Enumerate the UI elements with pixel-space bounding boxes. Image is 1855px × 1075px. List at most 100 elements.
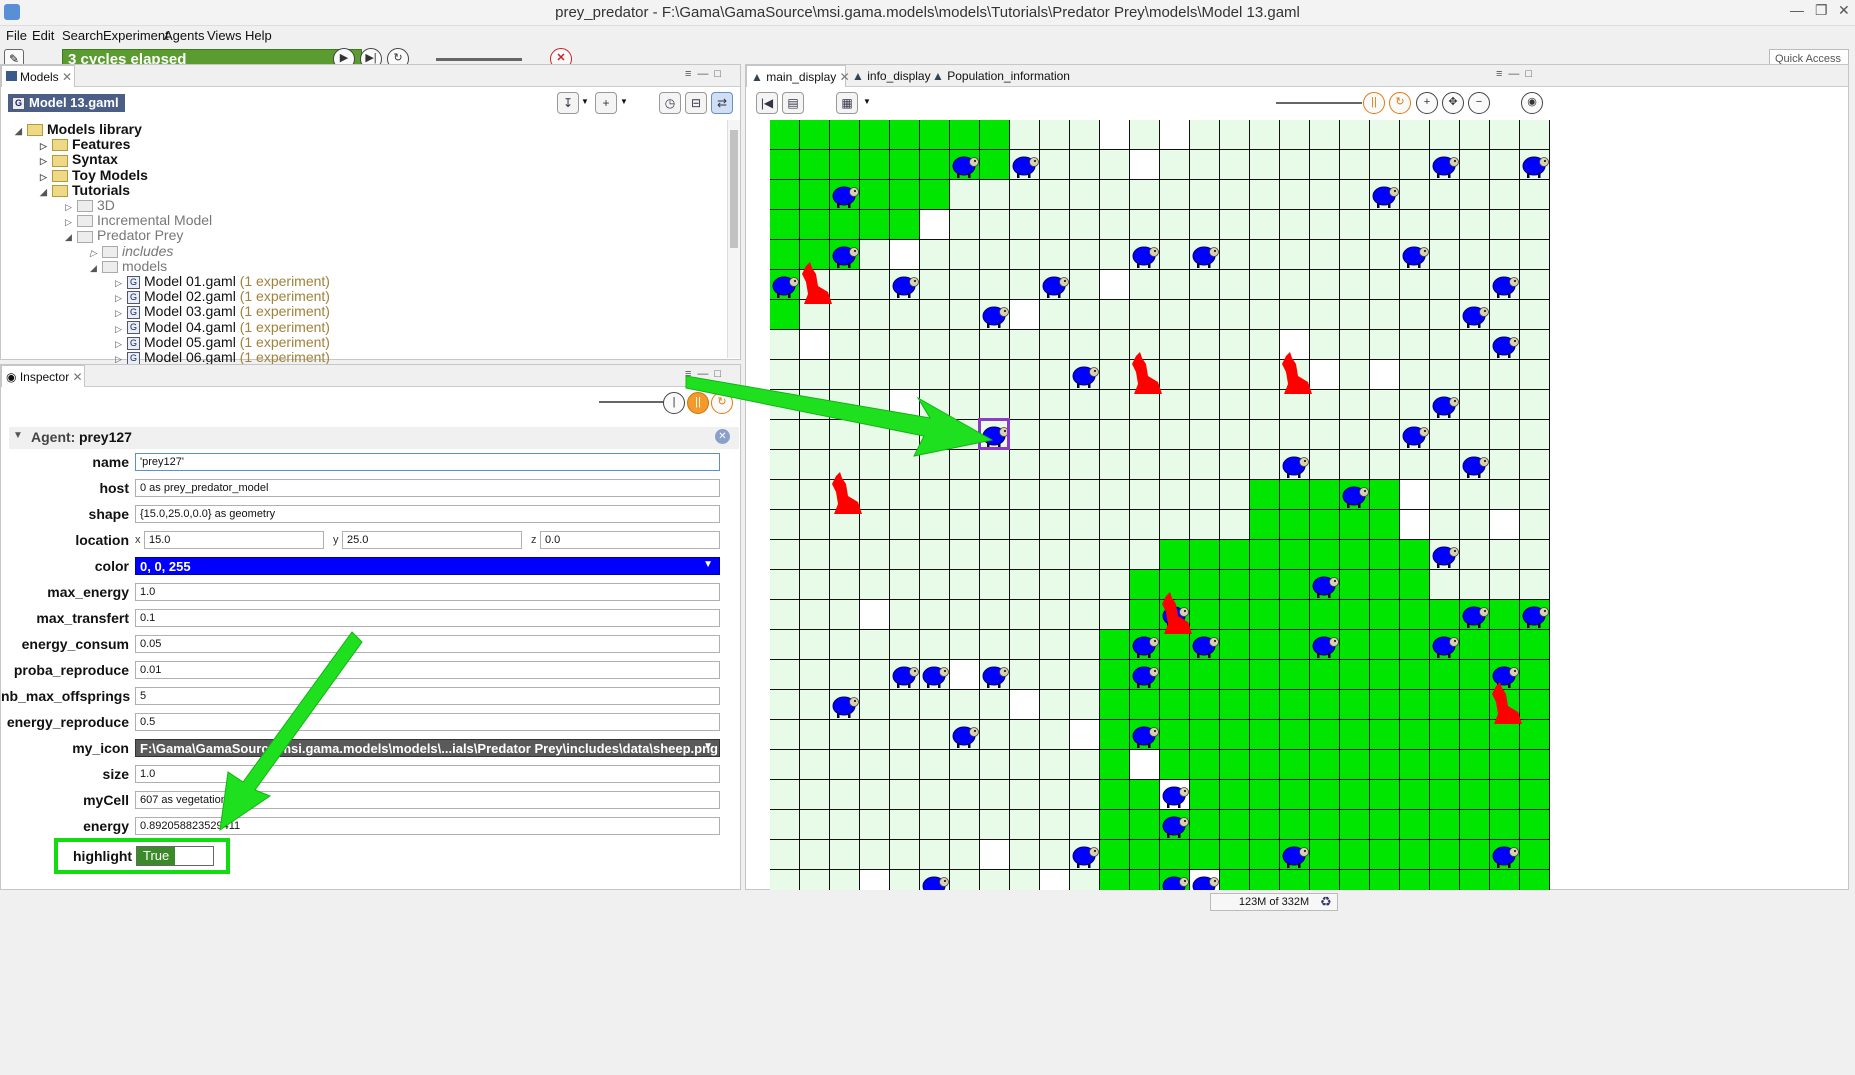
grid-cell[interactable] [890, 360, 920, 390]
grid-cell[interactable] [770, 750, 800, 780]
grid-cell[interactable] [1010, 120, 1040, 150]
grid-cell[interactable] [1100, 840, 1130, 870]
grid-cell[interactable] [1370, 810, 1400, 840]
grid-cell[interactable] [1430, 870, 1460, 890]
grid-cell[interactable] [920, 630, 950, 660]
grid-cell[interactable] [1250, 630, 1280, 660]
grid-cell[interactable] [800, 780, 830, 810]
grid-cell[interactable] [1250, 870, 1280, 890]
grid-cell[interactable] [1250, 780, 1280, 810]
grid-cell[interactable] [1250, 660, 1280, 690]
grid-cell[interactable] [1160, 330, 1190, 360]
grid-cell[interactable] [1310, 510, 1340, 540]
grid-cell[interactable] [1430, 840, 1460, 870]
grid-cell[interactable] [1340, 750, 1370, 780]
grid-cell[interactable] [980, 480, 1010, 510]
grid-cell[interactable] [1400, 660, 1430, 690]
grid-cell[interactable] [950, 780, 980, 810]
grid-cell[interactable] [1010, 750, 1040, 780]
prey-sheep-icon[interactable] [950, 720, 980, 750]
grid-cell[interactable] [1340, 120, 1370, 150]
grid-cell[interactable] [1310, 480, 1340, 510]
grid-cell[interactable] [1010, 210, 1040, 240]
grid-cell[interactable] [1400, 840, 1430, 870]
grid-cell[interactable] [890, 540, 920, 570]
grid-cell[interactable] [1370, 600, 1400, 630]
grid-cell[interactable] [890, 810, 920, 840]
grid-cell[interactable] [1040, 330, 1070, 360]
grid-cell[interactable] [1130, 540, 1160, 570]
scrollbar-thumb[interactable] [730, 130, 738, 248]
grid-cell[interactable] [1220, 750, 1250, 780]
grid-cell[interactable] [1430, 570, 1460, 600]
prey-sheep-icon[interactable] [890, 660, 920, 690]
grid-cell[interactable] [1430, 510, 1460, 540]
grid-cell[interactable] [1010, 540, 1040, 570]
grid-cell[interactable] [770, 600, 800, 630]
grid-cell[interactable] [1370, 480, 1400, 510]
grid-cell[interactable] [1490, 870, 1520, 890]
grid-cell[interactable] [1040, 450, 1070, 480]
grid-cell[interactable] [1250, 810, 1280, 840]
grid-cell[interactable] [1040, 780, 1070, 810]
grid-cell[interactable] [1280, 510, 1310, 540]
snapshot-icon[interactable]: ◉ [1521, 92, 1543, 114]
grid-cell[interactable] [890, 180, 920, 210]
grid-cell[interactable] [980, 450, 1010, 480]
grid-cell[interactable] [920, 510, 950, 540]
chevron-down-icon[interactable]: ▼ [703, 559, 713, 570]
grid-cell[interactable] [1520, 240, 1550, 270]
grid-cell[interactable] [1280, 540, 1310, 570]
grid-cell[interactable] [1040, 480, 1070, 510]
grid-cell[interactable] [1460, 420, 1490, 450]
prey-sheep-icon[interactable] [1190, 240, 1220, 270]
grid-cell[interactable] [1130, 300, 1160, 330]
grid-cell[interactable] [1160, 690, 1190, 720]
grid-cell[interactable] [1460, 480, 1490, 510]
grid-cell[interactable] [800, 420, 830, 450]
grid-cell[interactable] [890, 750, 920, 780]
grid-cell[interactable] [1100, 810, 1130, 840]
grid-cell[interactable] [1400, 690, 1430, 720]
grid-cell[interactable] [1460, 810, 1490, 840]
grid-cell[interactable] [830, 660, 860, 690]
grid-cell[interactable] [860, 660, 890, 690]
grid-cell[interactable] [1130, 180, 1160, 210]
grid-cell[interactable] [1460, 330, 1490, 360]
grid-cell[interactable] [1370, 630, 1400, 660]
chevron-down-icon[interactable]: ◢ [65, 232, 77, 243]
grid-cell[interactable] [1490, 390, 1520, 420]
grid-cell[interactable] [1520, 120, 1550, 150]
prey-sheep-icon[interactable] [1370, 180, 1400, 210]
grid-cell[interactable] [1430, 240, 1460, 270]
grid-cell[interactable] [1400, 150, 1430, 180]
grid-cell[interactable] [950, 330, 980, 360]
chevron-down-icon[interactable]: ▼ [581, 97, 589, 106]
grid-cell[interactable] [890, 690, 920, 720]
menu-search[interactable]: Search [62, 28, 103, 43]
grid-cell[interactable] [1220, 360, 1250, 390]
grid-cell[interactable] [830, 390, 860, 420]
grid-cell[interactable] [890, 480, 920, 510]
grid-cell[interactable] [1220, 270, 1250, 300]
grid-cell[interactable] [1220, 690, 1250, 720]
grid-cell[interactable] [1310, 420, 1340, 450]
grid-cell[interactable] [770, 630, 800, 660]
grid-cell[interactable] [1340, 540, 1370, 570]
grid-cell[interactable] [1070, 270, 1100, 300]
grid-cell[interactable] [1070, 540, 1100, 570]
grid-cell[interactable] [1400, 570, 1430, 600]
grid-cell[interactable] [1220, 480, 1250, 510]
grid-cell[interactable] [1220, 720, 1250, 750]
grid-cell[interactable] [1520, 270, 1550, 300]
grid-cell[interactable] [860, 450, 890, 480]
grid-cell[interactable] [860, 420, 890, 450]
grid-cell[interactable] [1160, 180, 1190, 210]
grid-cell[interactable] [1070, 210, 1100, 240]
grid-cell[interactable] [860, 510, 890, 540]
grid-cell[interactable] [1160, 540, 1190, 570]
grid-cell[interactable] [1370, 540, 1400, 570]
grid-cell[interactable] [1100, 180, 1130, 210]
grid-cell[interactable] [1040, 720, 1070, 750]
grid-cell[interactable] [1370, 450, 1400, 480]
